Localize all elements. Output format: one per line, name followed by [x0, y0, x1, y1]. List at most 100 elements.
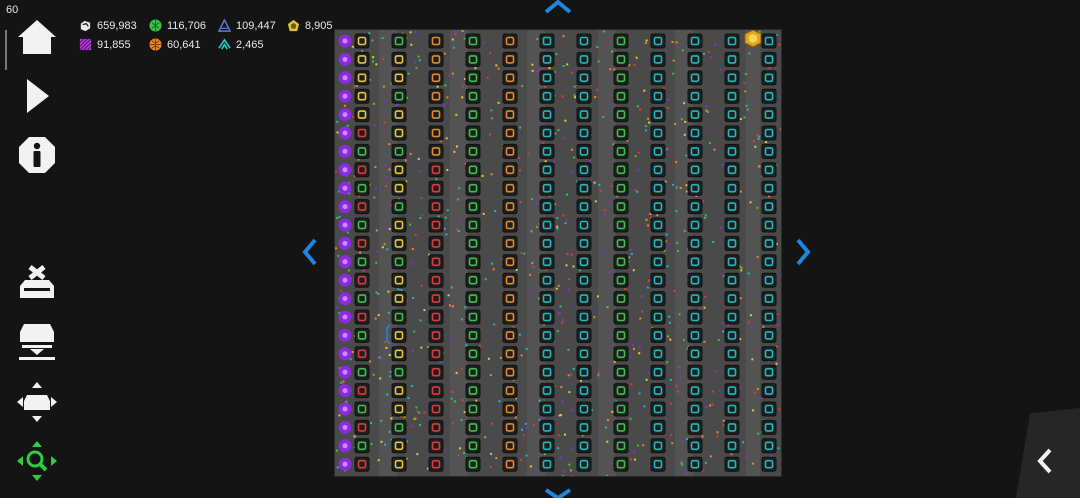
- machine-tile[interactable]: [687, 70, 703, 86]
- machine-tile[interactable]: [613, 254, 629, 270]
- machine-tile[interactable]: [724, 88, 740, 104]
- clear-inbox-button[interactable]: [16, 263, 58, 305]
- machine-tile[interactable]: [428, 456, 444, 472]
- machine-tile[interactable]: [502, 107, 518, 123]
- machine-tile[interactable]: [391, 107, 407, 123]
- machine-tile[interactable]: [650, 51, 666, 67]
- machine-tile[interactable]: [539, 88, 555, 104]
- machine-tile[interactable]: [761, 254, 777, 270]
- machine-tile[interactable]: [650, 456, 666, 472]
- machine-tile[interactable]: [687, 125, 703, 141]
- machine-tile[interactable]: [761, 180, 777, 196]
- machine-tile[interactable]: [539, 438, 555, 454]
- machine-tile[interactable]: [687, 51, 703, 67]
- machine-tile[interactable]: [613, 364, 629, 380]
- machine-tile[interactable]: [354, 217, 370, 233]
- machine-tile[interactable]: [391, 419, 407, 435]
- machine-tile[interactable]: [502, 51, 518, 67]
- machine-tile[interactable]: [613, 272, 629, 288]
- machine-tile[interactable]: [465, 438, 481, 454]
- machine-tile[interactable]: [576, 383, 592, 399]
- machine-tile[interactable]: [613, 327, 629, 343]
- machine-tile[interactable]: [391, 364, 407, 380]
- machine-tile[interactable]: [465, 272, 481, 288]
- machine-tile[interactable]: [761, 88, 777, 104]
- machine-tile[interactable]: [354, 125, 370, 141]
- machine-tile[interactable]: [539, 272, 555, 288]
- machine-tile[interactable]: [391, 401, 407, 417]
- machine-tile[interactable]: [502, 199, 518, 215]
- machine-tile[interactable]: [613, 107, 629, 123]
- machine-tile[interactable]: [576, 107, 592, 123]
- machine-tile[interactable]: [354, 456, 370, 472]
- machine-tile[interactable]: [576, 254, 592, 270]
- game-board[interactable]: [334, 29, 782, 477]
- machine-tile[interactable]: [724, 346, 740, 362]
- machine-tile[interactable]: [650, 70, 666, 86]
- machine-tile[interactable]: [465, 125, 481, 141]
- machine-tile[interactable]: [576, 88, 592, 104]
- machine-tile[interactable]: [354, 401, 370, 417]
- machine-tile[interactable]: [502, 33, 518, 49]
- machine-tile[interactable]: [391, 456, 407, 472]
- machine-tile[interactable]: [465, 419, 481, 435]
- machine-tile[interactable]: [613, 70, 629, 86]
- machine-tile[interactable]: [650, 88, 666, 104]
- machine-tile[interactable]: [391, 180, 407, 196]
- machine-tile[interactable]: [761, 235, 777, 251]
- machine-tile[interactable]: [761, 309, 777, 325]
- machine-tile[interactable]: [724, 419, 740, 435]
- machine-tile[interactable]: [761, 291, 777, 307]
- machine-tile[interactable]: [650, 143, 666, 159]
- machine-tile[interactable]: [576, 272, 592, 288]
- machine-tile[interactable]: [502, 125, 518, 141]
- machine-tile[interactable]: [650, 125, 666, 141]
- machine-tile[interactable]: [724, 383, 740, 399]
- machine-tile[interactable]: [391, 254, 407, 270]
- machine-tile[interactable]: [687, 180, 703, 196]
- machine-tile[interactable]: [502, 456, 518, 472]
- machine-tile[interactable]: [502, 346, 518, 362]
- machine-tile[interactable]: [613, 162, 629, 178]
- machine-tile[interactable]: [613, 419, 629, 435]
- machine-tile[interactable]: [687, 272, 703, 288]
- machine-tile[interactable]: [687, 235, 703, 251]
- machine-tile[interactable]: [465, 70, 481, 86]
- machine-tile[interactable]: [687, 401, 703, 417]
- import-tray-button[interactable]: [16, 320, 58, 362]
- machine-tile[interactable]: [428, 70, 444, 86]
- machine-tile[interactable]: [465, 291, 481, 307]
- machine-tile[interactable]: [576, 125, 592, 141]
- machine-tile[interactable]: [502, 162, 518, 178]
- machine-tile[interactable]: [613, 291, 629, 307]
- machine-tile[interactable]: [391, 199, 407, 215]
- machine-tile[interactable]: [391, 143, 407, 159]
- machine-tile[interactable]: [428, 125, 444, 141]
- machine-tile[interactable]: [465, 401, 481, 417]
- machine-tile[interactable]: [724, 254, 740, 270]
- machine-tile[interactable]: [465, 254, 481, 270]
- machine-tile[interactable]: [761, 70, 777, 86]
- machine-tile[interactable]: [650, 33, 666, 49]
- machine-tile[interactable]: [465, 162, 481, 178]
- machine-tile[interactable]: [724, 438, 740, 454]
- machine-tile[interactable]: [465, 456, 481, 472]
- machine-tile[interactable]: [687, 107, 703, 123]
- machine-tile[interactable]: [650, 291, 666, 307]
- machine-tile[interactable]: [354, 309, 370, 325]
- machine-tile[interactable]: [539, 180, 555, 196]
- machine-tile[interactable]: [613, 180, 629, 196]
- machine-tile[interactable]: [465, 88, 481, 104]
- machine-tile[interactable]: [539, 162, 555, 178]
- info-button[interactable]: [16, 134, 58, 176]
- machine-tile[interactable]: [724, 180, 740, 196]
- machine-tile[interactable]: [354, 346, 370, 362]
- machine-tile[interactable]: [391, 162, 407, 178]
- machine-tile[interactable]: [502, 401, 518, 417]
- machine-tile[interactable]: [576, 235, 592, 251]
- machine-tile[interactable]: [724, 107, 740, 123]
- machine-tile[interactable]: [687, 383, 703, 399]
- machine-tile[interactable]: [724, 217, 740, 233]
- arrow-up-icon[interactable]: [544, 0, 572, 14]
- machine-tile[interactable]: [428, 51, 444, 67]
